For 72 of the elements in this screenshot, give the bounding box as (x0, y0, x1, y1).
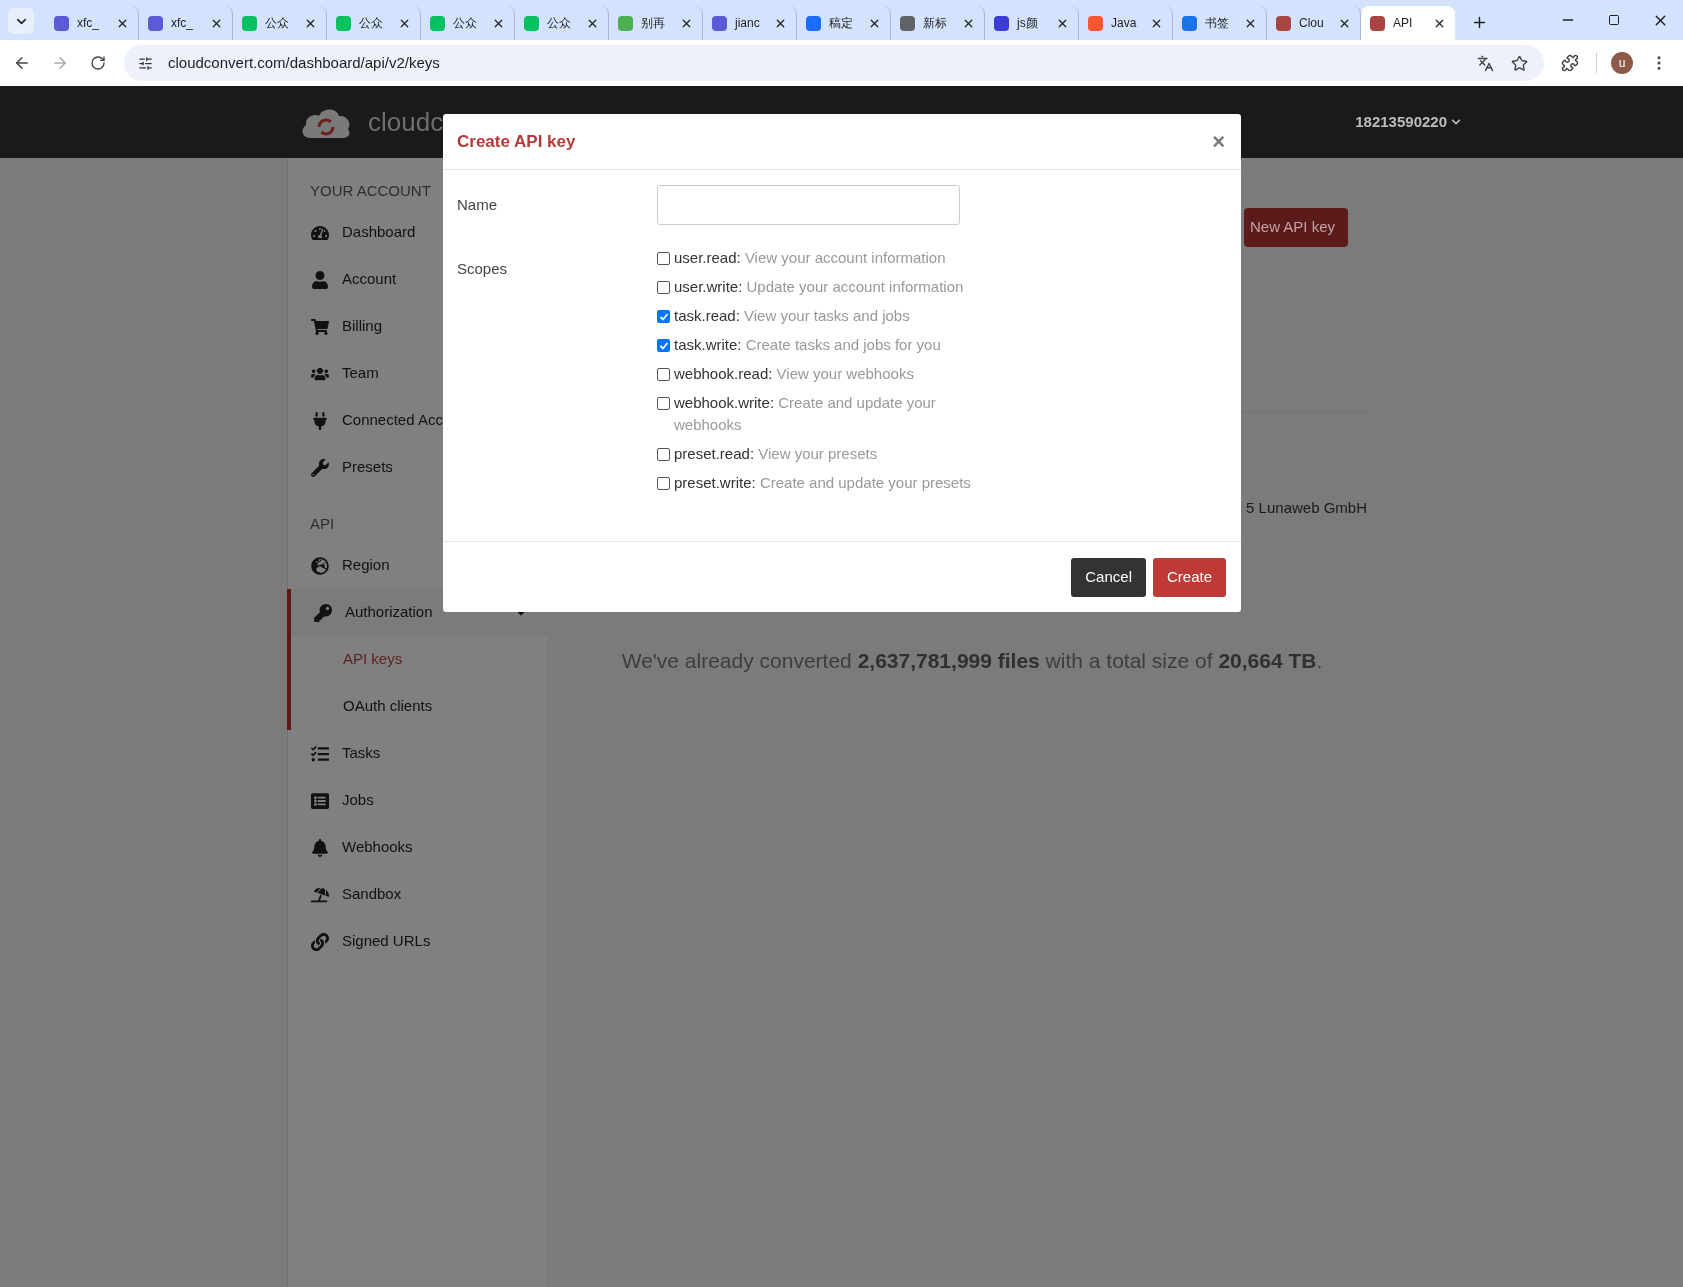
tab-title: 稿定 (829, 15, 854, 32)
scope-label: preset.read: View your presets (674, 444, 879, 464)
footer-copyright: 5 Lunaweb GmbH (1246, 498, 1367, 518)
sidebar-item[interactable]: Webhooks (288, 824, 547, 871)
tab-title: 公众 (359, 15, 384, 32)
link-icon (310, 931, 330, 952)
checklist-icon (310, 743, 330, 764)
sidebar-item[interactable]: Sandbox (288, 871, 547, 918)
tab-title: 公众 (453, 15, 478, 32)
sidebar-item[interactable]: Signed URLs (288, 918, 547, 965)
dialog-title: Create API key (457, 130, 576, 153)
tab-title: 新标 (923, 15, 948, 32)
scope-label: user.read: View your account information (674, 248, 947, 268)
user-menu[interactable]: 18213590220 (1355, 110, 1461, 134)
key-icon (313, 602, 333, 623)
plug-icon (310, 410, 330, 431)
sidebar-item[interactable]: Region (288, 542, 547, 589)
user-icon (310, 269, 330, 290)
tab-title: API (1393, 15, 1414, 32)
scope-checkbox[interactable] (657, 281, 670, 294)
globe-icon (310, 555, 330, 576)
scope-label: webhook.read: View your webhooks (674, 364, 915, 384)
wrench-icon (310, 457, 330, 478)
tab-title: xfc_ (171, 15, 194, 32)
name-input-field[interactable] (657, 185, 960, 225)
tab-title: js颜 (1017, 15, 1039, 32)
sidebar-heading: YOUR ACCOUNT (310, 180, 431, 201)
scope-checkbox[interactable] (657, 252, 670, 265)
sidebar-item[interactable]: Tasks (288, 730, 547, 777)
tab-title: 公众 (265, 15, 290, 32)
logo-text: cloudc (368, 105, 444, 139)
sidebar-item[interactable]: Team (288, 350, 547, 397)
chevron-down-icon (1451, 117, 1461, 127)
conversion-stats: We've already converted 2,637,781,999 files with a total size of 20,664 TB. (621, 647, 1323, 674)
tab-title: Clou (1299, 15, 1325, 32)
browser-tab[interactable]: API (1361, 6, 1455, 40)
profile-avatar[interactable]: u (1611, 52, 1633, 74)
create-button[interactable]: Create (1152, 557, 1226, 597)
field-label: Scopes (457, 260, 508, 277)
tab-title: 别再 (641, 15, 666, 32)
scope-checkbox[interactable] (657, 397, 670, 410)
sidebar-item[interactable]: Connected Acc (288, 397, 547, 444)
tab-title: xfc_ (77, 15, 100, 32)
sidebar-subitem[interactable]: API keys (343, 648, 403, 671)
scope-label: task.read: View your tasks and jobs (674, 306, 911, 326)
scope-checkbox[interactable] (657, 448, 670, 461)
scope-checkbox[interactable] (657, 339, 670, 352)
tab-title: jianc (735, 15, 761, 32)
scope-checkbox[interactable] (657, 477, 670, 490)
sidebar-item[interactable]: Jobs (288, 777, 547, 824)
tab-title: 书签 (1205, 15, 1230, 32)
bell-icon (310, 837, 330, 858)
url-text: cloudconvert.com/dashboard/api/v2/keys (168, 52, 441, 73)
sidebar-heading: API (310, 513, 335, 534)
tab-title: Java (1111, 15, 1138, 32)
scope-label: webhook.write: Create and update your webhooks (674, 393, 937, 435)
sidebar-item[interactable]: Billing (288, 303, 547, 350)
scope-checkbox[interactable] (657, 310, 670, 323)
scope-label: preset.write: Create and update your presets (674, 473, 972, 493)
close-button[interactable]: × (1210, 130, 1227, 153)
cancel-button[interactable]: Cancel (1071, 557, 1146, 597)
scope-label: user.write: Update your account information (674, 277, 965, 297)
list-icon (310, 790, 330, 811)
sidebar-item[interactable]: Presets (288, 444, 547, 491)
sidebar-subitem[interactable]: OAuth clients (343, 695, 433, 718)
scope-checkbox[interactable] (657, 368, 670, 381)
tab-list-button[interactable] (8, 8, 34, 34)
tab-title: 公众 (547, 15, 572, 32)
scope-label: task.write: Create tasks and jobs for you (674, 335, 942, 355)
new-api-key-button[interactable]: New API key (1243, 208, 1348, 247)
address-bar[interactable]: cloudconvert.com/dashboard/api/v2/keys (124, 45, 1544, 81)
cart-icon (310, 316, 330, 337)
